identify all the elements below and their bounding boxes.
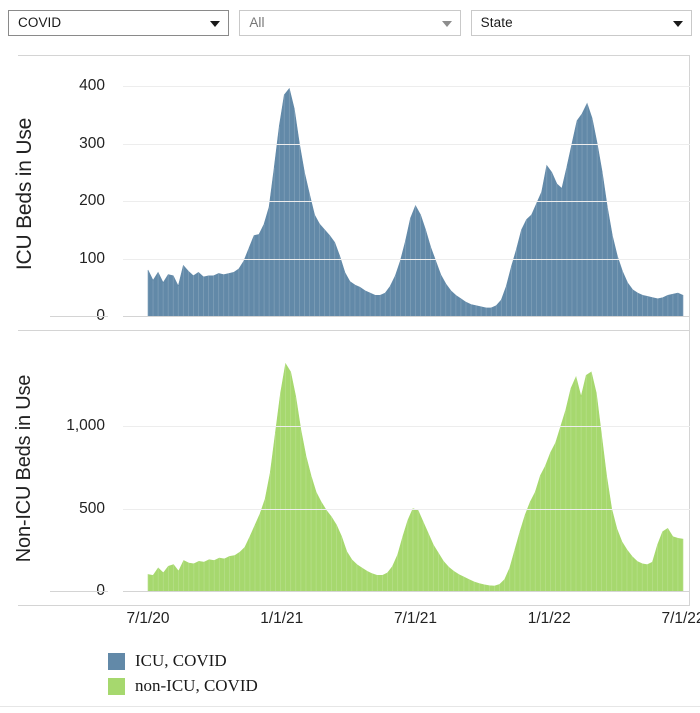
x-axis-tick-label: 7/1/21	[393, 610, 438, 627]
x-baseline	[123, 591, 690, 592]
legend-item-label: ICU, COVID	[135, 651, 227, 670]
legend-item[interactable]: non-ICU, COVID	[108, 675, 258, 697]
area-path	[147, 362, 684, 592]
gridline	[123, 143, 690, 145]
x-baseline	[123, 316, 690, 317]
non-icu-plot-area: 05001,000	[50, 331, 690, 606]
x-axis-tick-label: 1/1/22	[527, 610, 571, 627]
measure-filter-value: COVID	[18, 15, 62, 30]
axis-stub	[50, 591, 108, 592]
legend-color-swatch	[108, 652, 125, 670]
gridline	[123, 258, 690, 260]
y-axis-tick-label: 400	[79, 77, 105, 95]
region-filter-dropdown[interactable]: All	[239, 9, 461, 36]
covid-hospital-beds-dashboard: COVID All State ICU Beds in Use 01002003…	[0, 0, 700, 713]
non-icu-chart-panel: Non-ICU Beds in Use 05001,000	[14, 331, 690, 606]
y-axis-tick-label: 1,000	[66, 417, 105, 435]
chevron-down-icon	[210, 20, 221, 27]
y-axis-tick-label: 200	[79, 192, 105, 210]
level-filter-value: State	[480, 15, 513, 30]
icu-area-series	[147, 87, 684, 317]
x-axis: 7/1/20 1/1/21 7/1/21 1/1/22 7/1/22	[18, 606, 700, 632]
x-axis-tick-label: 1/1/21	[260, 610, 304, 627]
measure-filter-dropdown[interactable]: COVID	[8, 9, 230, 36]
chevron-down-icon	[672, 20, 683, 27]
non-icu-y-axis-title: Non-ICU Beds in Use	[13, 374, 36, 563]
chart-frame: ICU Beds in Use 0100200300400 Non-ICU Be…	[13, 55, 690, 606]
y-axis-tick-label: 500	[79, 499, 105, 517]
icu-plot-area: 0100200300400	[50, 56, 690, 331]
y-axis-tick-label: 100	[79, 249, 105, 267]
gridline	[123, 508, 690, 510]
axis-stub	[50, 316, 108, 317]
legend-item[interactable]: ICU, COVID	[108, 650, 258, 672]
legend-item-label: non-ICU, COVID	[135, 676, 258, 695]
level-filter-dropdown[interactable]: State	[470, 9, 692, 36]
y-axis-tick-label: 300	[79, 134, 105, 152]
gridline	[123, 201, 690, 203]
gridline	[123, 86, 690, 88]
icu-y-axis-title: ICU Beds in Use	[13, 117, 37, 270]
legend-color-swatch	[108, 677, 125, 695]
filter-bar: COVID All State	[0, 0, 700, 45]
x-axis-tick-label: 7/1/20	[126, 610, 170, 627]
gridline	[123, 426, 690, 428]
non-icu-area-series	[147, 362, 684, 592]
bottom-divider	[0, 706, 700, 707]
chevron-down-icon	[441, 20, 452, 27]
chart-legend: ICU, COVID non-ICU, COVID	[108, 650, 258, 700]
region-filter-value: All	[249, 15, 265, 30]
x-axis-tick-label: 7/1/22	[661, 610, 700, 627]
icu-chart-panel: ICU Beds in Use 0100200300400	[13, 56, 690, 331]
